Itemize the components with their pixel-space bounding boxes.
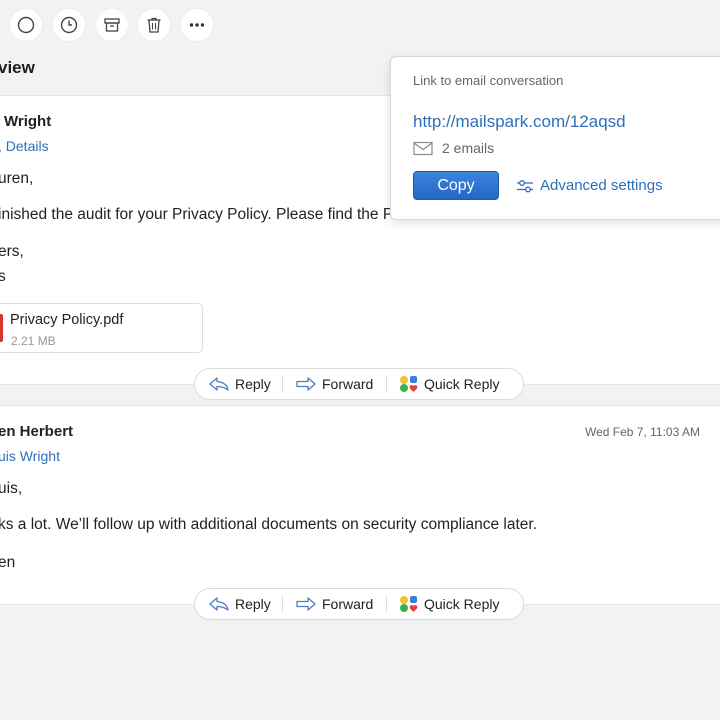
forward-label: Forward <box>322 596 374 612</box>
body-line: ers, <box>0 243 24 260</box>
reply-button[interactable]: Reply <box>208 369 271 399</box>
message-actions: Reply Forward Quick Reply <box>194 588 524 620</box>
copy-link-button[interactable]: Copy <box>413 171 499 200</box>
sender-name: en Herbert <box>0 423 74 440</box>
archive-icon <box>104 18 120 32</box>
clock-icon <box>60 16 78 34</box>
snooze-button[interactable] <box>53 9 85 41</box>
divider <box>386 376 387 393</box>
reply-label: Reply <box>235 376 271 392</box>
message-card: en Herbert Wed Feb 7, 11:03 AM uis Wrigh… <box>0 405 720 605</box>
forward-button[interactable]: Forward <box>295 369 373 399</box>
advanced-settings-link[interactable]: Advanced settings <box>516 177 663 194</box>
message-date: Wed Feb 7, 11:03 AM <box>585 425 700 439</box>
forward-icon <box>296 597 316 611</box>
advanced-settings-label: Advanced settings <box>540 177 663 194</box>
quick-reply-button[interactable]: Quick Reply <box>399 369 499 399</box>
reply-label: Reply <box>235 596 271 612</box>
circle-icon <box>17 16 35 34</box>
mark-done-button[interactable] <box>10 9 42 41</box>
envelope-icon <box>413 141 433 155</box>
quick-reply-label: Quick Reply <box>424 376 500 392</box>
sliders-icon <box>517 179 533 192</box>
divider <box>386 596 387 613</box>
quick-reply-emoji-icon <box>400 376 418 392</box>
conversation-link[interactable]: http://mailspark.com/12aqsd <box>413 112 626 132</box>
divider <box>282 596 283 613</box>
sender-name: Wright <box>4 113 52 130</box>
forward-icon <box>296 377 316 391</box>
reply-icon <box>209 377 229 391</box>
attachment[interactable]: Privacy Policy.pdf 2.21 MB <box>0 303 203 353</box>
reply-icon <box>209 597 229 611</box>
message-actions: Reply Forward Quick Reply <box>194 368 524 400</box>
delete-button[interactable] <box>138 9 170 41</box>
attachment-size: 2.21 MB <box>11 334 56 348</box>
quick-reply-label: Quick Reply <box>424 596 500 612</box>
divider <box>282 376 283 393</box>
body-line: en <box>0 554 16 571</box>
quick-reply-button[interactable]: Quick Reply <box>399 589 499 619</box>
recipients-link[interactable]: uis Wright <box>0 448 60 464</box>
more-icon <box>189 23 205 27</box>
more-button[interactable] <box>181 9 213 41</box>
quick-reply-emoji-icon <box>400 596 418 612</box>
body-line: uren, <box>0 170 34 187</box>
pdf-icon <box>0 314 3 342</box>
body-line: s <box>0 268 6 285</box>
recipients-details-link[interactable]: , Details <box>0 138 49 154</box>
reply-button[interactable]: Reply <box>208 589 271 619</box>
trash-icon <box>147 17 161 33</box>
email-count: 2 emails <box>413 140 494 156</box>
share-link-popup: Link to email conversation http://mailsp… <box>390 56 720 220</box>
attachment-name: Privacy Policy.pdf <box>10 312 124 328</box>
popup-title: Link to email conversation <box>413 73 564 88</box>
thread-title: view <box>0 58 35 77</box>
email-count-label: 2 emails <box>442 140 495 156</box>
archive-button[interactable] <box>96 9 128 41</box>
body-line: ks a lot. We’ll follow up with additiona… <box>0 516 538 533</box>
body-line: uis, <box>0 480 23 497</box>
forward-button[interactable]: Forward <box>295 589 373 619</box>
forward-label: Forward <box>322 376 374 392</box>
